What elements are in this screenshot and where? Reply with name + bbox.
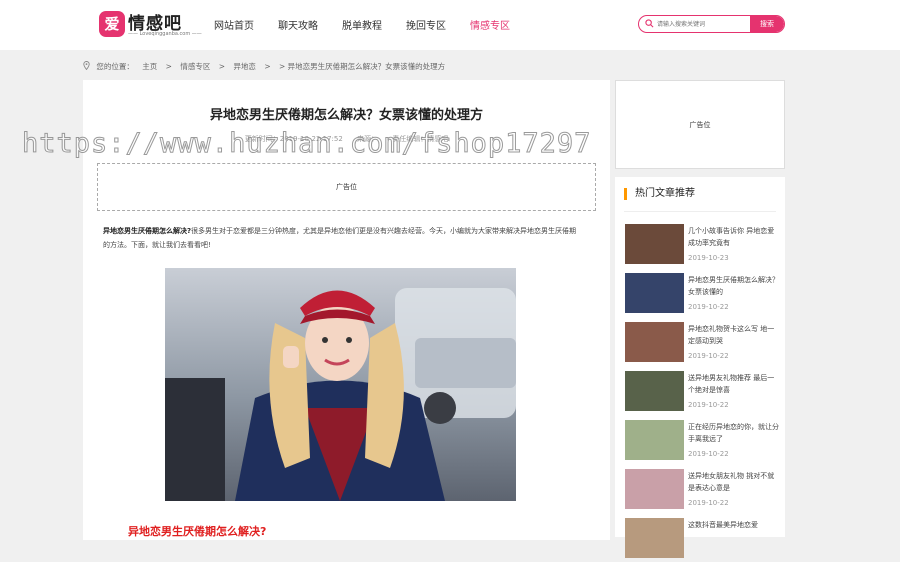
article-panel: 异地恋男生厌倦期怎么解决？女票该懂的处理方 更新时间：2019-10-22 17… [83, 80, 610, 540]
nav-emotion[interactable]: 情感专区 [470, 17, 510, 32]
hot-article-item[interactable]: 异地恋礼物贺卡这么写 地一定感动到哭 2019-10-22 [625, 322, 783, 366]
sidebar-ad-slot[interactable]: 广告位 [615, 80, 785, 169]
breadcrumb-emotion[interactable]: 情感专区 [180, 62, 210, 71]
logo-heart-mark: 爱 [99, 11, 125, 37]
breadcrumb: 您的位置： 主页 > 情感专区 > 异地恋 > > 异地恋男生厌倦期怎么解决？女… [83, 61, 451, 72]
article-thumbnail [625, 371, 684, 411]
breadcrumb-sep: > [165, 62, 172, 71]
breadcrumb-label: 您的位置： [96, 62, 134, 71]
breadcrumb-sep: > [264, 62, 271, 71]
article-thumbnail [625, 224, 684, 264]
hot-article-date: 2019-10-23 [688, 254, 729, 262]
article-meta: 更新时间：2019-10-22 17:52 来源： 责任编辑：情感吧 [83, 134, 610, 144]
hot-article-title: 异地恋礼物贺卡这么写 地一定感动到哭 [688, 325, 775, 345]
site-logo[interactable]: 爱 情感吧 —— Loveqingganba.com —— [99, 9, 202, 39]
article-source: 来源： [357, 135, 379, 143]
breadcrumb-home[interactable]: 主页 [142, 62, 157, 71]
article-thumbnail [625, 469, 684, 509]
nav-dating-guide[interactable]: 脱单教程 [342, 17, 382, 32]
hot-articles-title: 热门文章推荐 [624, 188, 695, 200]
article-editor: 责任编辑：情感吧 [392, 135, 449, 143]
nav-recover[interactable]: 挽回专区 [406, 17, 446, 32]
hot-article-title: 这数抖音最美异地恋爱 [688, 521, 758, 529]
search-box: 搜索 [638, 15, 785, 33]
search-button[interactable]: 搜索 [750, 16, 784, 32]
article-intro: 异地恋男生厌倦期怎么解决?很多男生对于恋爱都是三分钟热度，尤其是异地恋他们更是没… [103, 224, 581, 252]
hot-article-item[interactable]: 异地恋男生厌倦期怎么解决？女票该懂的 2019-10-22 [625, 273, 783, 317]
divider [624, 211, 776, 212]
article-photo [165, 268, 516, 501]
hot-article-item[interactable]: 这数抖音最美异地恋爱 [625, 518, 783, 562]
article-title: 异地恋男生厌倦期怎么解决？女票该懂的处理方 [209, 108, 483, 123]
hot-article-title: 正在经历异地恋的你，就让分手离我远了 [688, 423, 779, 443]
article-subheading: 异地恋男生厌倦期怎么解决? [128, 525, 267, 538]
hot-article-date: 2019-10-22 [688, 352, 729, 360]
search-input[interactable] [657, 16, 749, 32]
intro-lead: 异地恋男生厌倦期怎么解决? [103, 227, 192, 235]
hot-article-title: 送异地男友礼物推荐 最后一个绝对是惊喜 [688, 374, 775, 394]
breadcrumb-sep: > [218, 62, 226, 71]
search-icon [645, 19, 654, 28]
hot-article-title: 异地恋男生厌倦期怎么解决？女票该懂的 [688, 276, 779, 296]
hot-article-item[interactable]: 送异地男友礼物推荐 最后一个绝对是惊喜 2019-10-22 [625, 371, 783, 415]
article-ad-slot[interactable]: 广告位 [97, 163, 596, 211]
article-time: 更新时间：2019-10-22 17:52 [244, 135, 343, 143]
hot-articles-panel: 热门文章推荐 几个小故事告诉你 异地恋爱成功率究竟有 2019-10-23 异地… [615, 177, 785, 558]
logo-subtext: —— Loveqingganba.com —— [128, 31, 202, 37]
article-thumbnail [625, 420, 684, 460]
article-thumbnail [625, 322, 684, 362]
hot-article-item[interactable]: 几个小故事告诉你 异地恋爱成功率究竟有 2019-10-23 [625, 224, 783, 268]
main-nav: 网站首页 聊天攻略 脱单教程 挽回专区 情感专区 [214, 17, 510, 32]
breadcrumb-current: > 异地恋男生厌倦期怎么解决？女票该懂的处理方 [279, 62, 446, 71]
girl-photo-illustration [165, 268, 516, 501]
article-thumbnail [625, 273, 684, 313]
hot-article-date: 2019-10-22 [688, 450, 729, 458]
nav-chat-tips[interactable]: 聊天攻略 [278, 17, 318, 32]
site-header: 爱 情感吧 —— Loveqingganba.com —— 网站首页 聊天攻略 … [0, 0, 900, 50]
breadcrumb-long-distance[interactable]: 异地恋 [233, 62, 256, 71]
hot-article-item[interactable]: 送异地女朋友礼物 挑对不就是表达心意是 2019-10-22 [625, 469, 783, 513]
location-pin-icon [83, 61, 90, 70]
hot-article-title: 送异地女朋友礼物 挑对不就是表达心意是 [688, 472, 775, 492]
hot-article-date: 2019-10-22 [688, 499, 729, 507]
nav-home[interactable]: 网站首页 [214, 17, 254, 32]
hot-article-item[interactable]: 正在经历异地恋的你，就让分手离我远了 2019-10-22 [625, 420, 783, 464]
hot-article-title: 几个小故事告诉你 异地恋爱成功率究竟有 [688, 227, 775, 247]
article-thumbnail [625, 518, 684, 558]
hot-article-date: 2019-10-22 [688, 401, 729, 409]
hot-article-date: 2019-10-22 [688, 303, 729, 311]
